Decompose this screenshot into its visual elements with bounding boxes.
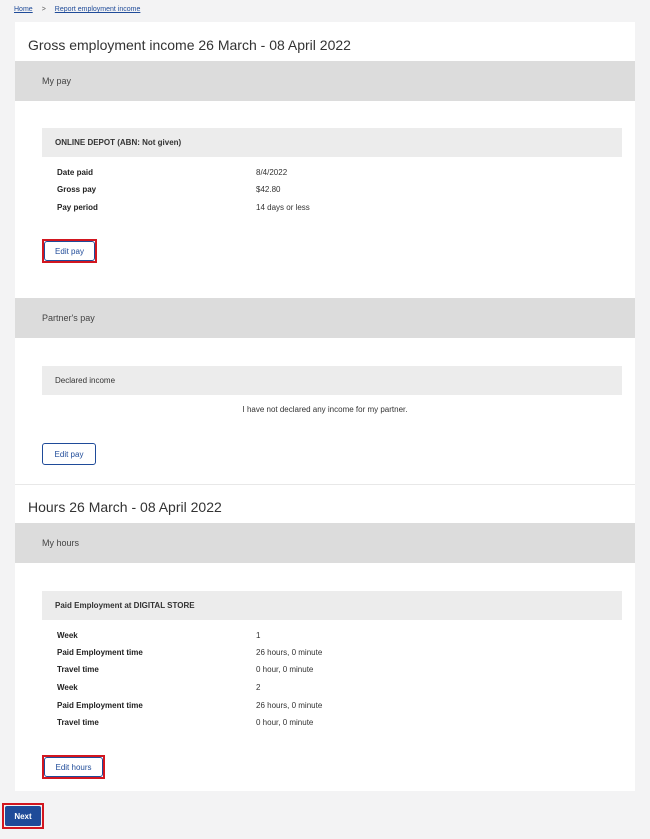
breadcrumb-current-link[interactable]: Report employment income — [55, 6, 141, 13]
detail-label: Gross pay — [57, 185, 97, 194]
gross-income-title: Gross employment income 26 March - 08 Ap… — [28, 37, 351, 53]
gross-pay-row: Gross pay $42.80 — [57, 185, 557, 194]
date-paid-row: Date paid 8/4/2022 — [57, 168, 557, 177]
my-pay-employer-header: ONLINE DEPOT (ABN: Not given) — [42, 128, 622, 157]
detail-label: Week — [57, 683, 78, 692]
week-row: Week 1 — [57, 631, 557, 640]
breadcrumb: Home > Report employment income — [14, 6, 140, 13]
paid-employment-row: Paid Employment time 26 hours, 0 minute — [57, 648, 557, 657]
next-button[interactable]: Next — [5, 806, 41, 826]
travel-time-row: Travel time 0 hour, 0 minute — [57, 665, 557, 674]
detail-value: 0 hour, 0 minute — [256, 718, 314, 727]
detail-label: Week — [57, 631, 78, 640]
detail-label: Paid Employment time — [57, 648, 143, 657]
detail-value: 26 hours, 0 minute — [256, 648, 323, 657]
detail-value: 26 hours, 0 minute — [256, 701, 323, 710]
detail-value: 1 — [256, 631, 261, 640]
partner-pay-band: Partner's pay — [15, 298, 635, 338]
my-hours-band: My hours — [15, 523, 635, 563]
detail-value: 14 days or less — [256, 203, 310, 212]
detail-label: Date paid — [57, 168, 94, 177]
edit-my-pay-button[interactable]: Edit pay — [44, 241, 95, 261]
detail-value: 8/4/2022 — [256, 168, 288, 177]
week-row: Week 2 — [57, 683, 557, 692]
detail-label: Pay period — [57, 203, 98, 212]
edit-hours-button[interactable]: Edit hours — [44, 757, 103, 777]
detail-value: 0 hour, 0 minute — [256, 665, 314, 674]
declared-income-header: Declared income — [42, 366, 622, 395]
detail-value: 2 — [256, 683, 261, 692]
hours-title: Hours 26 March - 08 April 2022 — [28, 499, 222, 515]
travel-time-row: Travel time 0 hour, 0 minute — [57, 718, 557, 727]
breadcrumb-separator: > — [41, 6, 46, 13]
edit-partner-pay-button[interactable]: Edit pay — [42, 443, 96, 465]
hours-employer-header: Paid Employment at DIGITAL STORE — [42, 591, 622, 620]
breadcrumb-home-link[interactable]: Home — [14, 6, 33, 13]
detail-label: Travel time — [57, 665, 99, 674]
my-pay-band: My pay — [15, 61, 635, 101]
hours-card: Hours 26 March - 08 April 2022 My hours … — [15, 484, 635, 791]
gross-income-card: Gross employment income 26 March - 08 Ap… — [15, 22, 635, 484]
paid-employment-row: Paid Employment time 26 hours, 0 minute — [57, 701, 557, 710]
detail-label: Travel time — [57, 718, 99, 727]
detail-value: $42.80 — [256, 185, 281, 194]
detail-label: Paid Employment time — [57, 701, 143, 710]
pay-period-row: Pay period 14 days or less — [57, 203, 557, 212]
partner-income-note: I have not declared any income for my pa… — [242, 405, 408, 414]
